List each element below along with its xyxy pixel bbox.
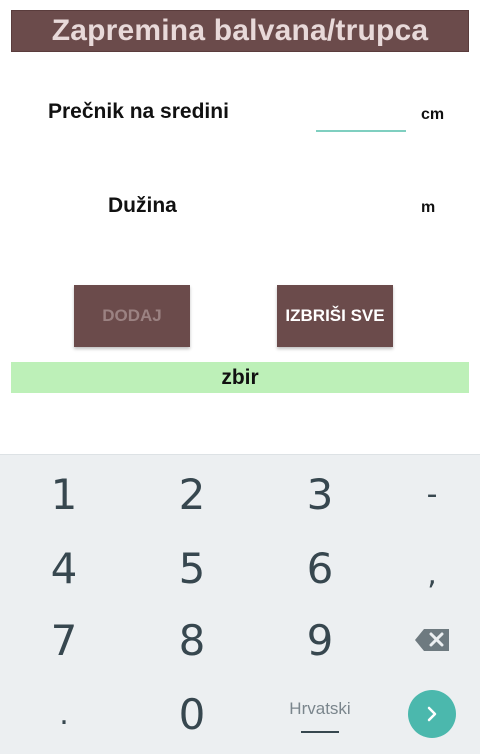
length-label: Dužina	[108, 194, 177, 217]
key-comma[interactable]: ,	[377, 540, 480, 608]
backspace-key[interactable]	[377, 606, 480, 674]
key-7[interactable]: 7	[9, 606, 119, 674]
key-1[interactable]: 1	[9, 460, 119, 528]
key-minus[interactable]: -	[377, 460, 480, 528]
key-2[interactable]: 2	[137, 460, 247, 528]
key-8[interactable]: 8	[137, 606, 247, 674]
key-6[interactable]: 6	[265, 534, 375, 602]
key-9[interactable]: 9	[265, 606, 375, 674]
sum-bar: zbir	[11, 362, 469, 393]
key-dot[interactable]: .	[9, 680, 119, 748]
length-input[interactable]	[316, 190, 406, 224]
app-title-bar: Zapremina balvana/trupca	[11, 10, 469, 52]
diameter-label: Prečnik na sredini	[48, 100, 229, 123]
language-key[interactable]: Hrvatski	[270, 686, 370, 746]
language-label: Hrvatski	[289, 699, 351, 718]
length-unit: m	[421, 199, 436, 216]
clear-all-button[interactable]: IZBRIŠI SVE	[277, 285, 393, 347]
app-title: Zapremina balvana/trupca	[51, 14, 429, 47]
key-5[interactable]: 5	[137, 534, 247, 602]
sum-label: zbir	[221, 365, 259, 389]
language-underline	[301, 731, 339, 733]
key-4[interactable]: 4	[9, 534, 119, 602]
key-3[interactable]: 3	[265, 460, 375, 528]
diameter-input[interactable]	[316, 130, 406, 132]
chevron-right-icon	[427, 706, 437, 722]
diameter-unit: cm	[421, 106, 445, 123]
backspace-icon	[415, 629, 449, 651]
key-0[interactable]: 0	[137, 680, 247, 748]
add-button[interactable]: DODAJ	[74, 285, 190, 347]
next-button[interactable]	[408, 690, 456, 738]
